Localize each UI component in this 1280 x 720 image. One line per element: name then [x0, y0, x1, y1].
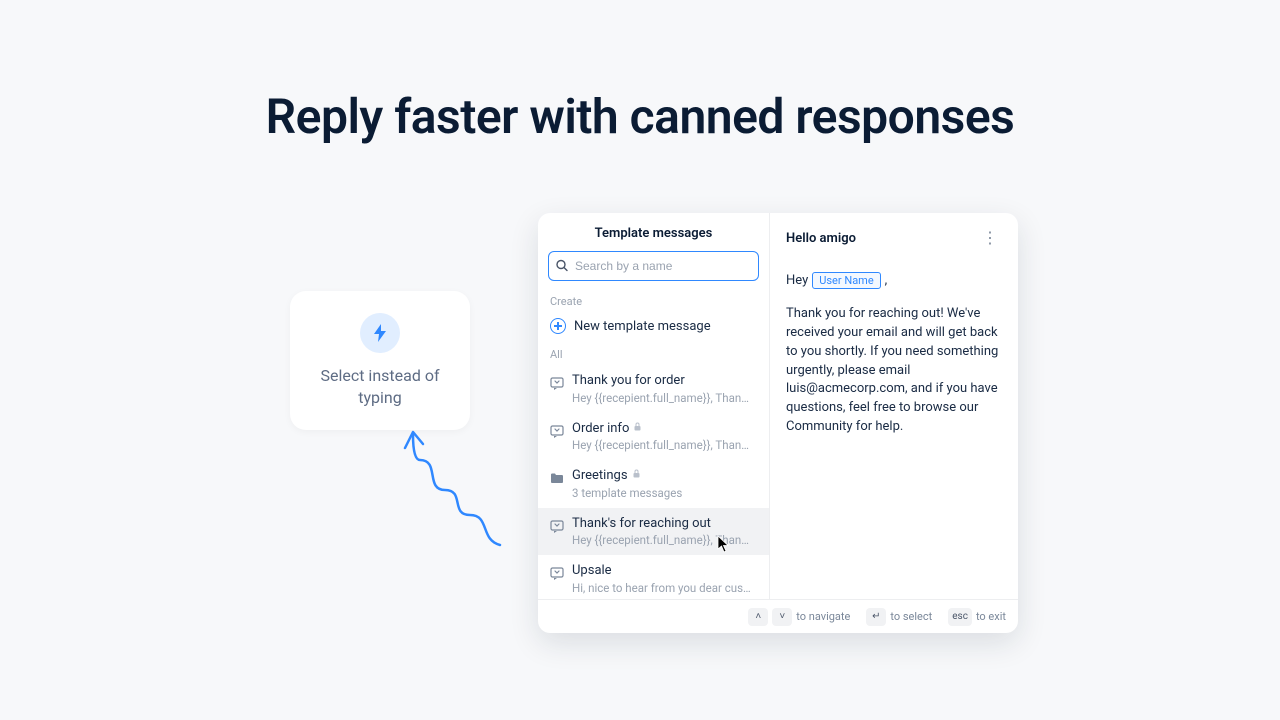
message-icon — [550, 375, 564, 406]
variable-chip[interactable]: User Name — [812, 272, 880, 289]
message-icon — [550, 423, 564, 454]
message-icon — [550, 565, 564, 596]
template-item-subtitle: Hey {{recepient.full_name}}, Thank you f… — [572, 533, 752, 548]
folder-icon — [550, 470, 564, 501]
section-label-all: All — [538, 340, 769, 365]
new-template-button[interactable]: New template message — [538, 312, 769, 340]
more-options-button[interactable]: ⋮ — [978, 226, 1002, 250]
arrow-doodle-icon — [395, 420, 515, 550]
preview-title: Hello amigo — [786, 231, 856, 246]
lock-icon — [632, 469, 641, 482]
arrow-up-key-icon: ˄ — [748, 608, 768, 626]
template-item[interactable]: Order infoHey {{recepient.full_name}}, T… — [538, 413, 769, 461]
footer-select-label: to select — [890, 610, 932, 623]
template-folder-item[interactable]: Greetings 3 template messages — [538, 460, 769, 508]
template-item-title: Thank you for order — [572, 373, 752, 389]
preview-greet-prefix: Hey — [786, 273, 808, 288]
template-item-subtitle: Hi, nice to hear from you dear customer,… — [572, 581, 752, 596]
template-item-subtitle: Hey {{recepient.full_name}}, Thank you f… — [572, 438, 752, 453]
section-label-create: Create — [538, 287, 769, 312]
esc-key-icon: esc — [948, 608, 972, 626]
new-template-label: New template message — [574, 319, 711, 334]
template-item[interactable]: Upsale Hi, nice to hear from you dear cus… — [538, 555, 769, 599]
callout-card: Select instead of typing — [290, 291, 470, 430]
message-icon — [550, 518, 564, 549]
callout-text: Select instead of typing — [306, 365, 454, 408]
template-preview-column: Hello amigo ⋮ Hey User Name , Thank you … — [770, 213, 1018, 599]
template-messages-panel: Template messages Create New template me… — [538, 213, 1018, 633]
panel-left-title: Template messages — [538, 213, 769, 251]
lock-icon — [633, 422, 642, 435]
template-item-subtitle: Hey {{recepient.full_name}}, Thank you f… — [572, 391, 752, 406]
search-icon — [556, 257, 568, 276]
footer-exit-label: to exit — [976, 610, 1006, 623]
lightning-icon — [360, 313, 400, 353]
template-list-column: Template messages Create New template me… — [538, 213, 770, 599]
template-item[interactable]: Thank's for reaching outHey {{recepient.… — [538, 508, 769, 556]
footer-navigate-label: to navigate — [796, 610, 850, 623]
search-input[interactable] — [548, 251, 759, 281]
template-item-title: Upsale — [572, 563, 752, 579]
template-item[interactable]: Thank you for order Hey {{recepient.full_… — [538, 365, 769, 413]
plus-circle-icon — [550, 318, 566, 334]
template-item-title: Order info — [572, 421, 752, 437]
template-item-title: Thank's for reaching out — [572, 516, 752, 532]
template-item-subtitle: 3 template messages — [572, 486, 682, 501]
enter-key-icon: ↵ — [866, 608, 886, 626]
preview-body: Thank you for reaching out! We've receiv… — [786, 305, 1002, 437]
page-headline: Reply faster with canned responses — [0, 88, 1280, 145]
template-item-title: Greetings — [572, 468, 682, 484]
panel-footer: ˄ ˅ to navigate ↵ to select esc to exit — [538, 599, 1018, 633]
arrow-down-key-icon: ˅ — [772, 608, 792, 626]
preview-greet-suffix: , — [885, 273, 888, 288]
